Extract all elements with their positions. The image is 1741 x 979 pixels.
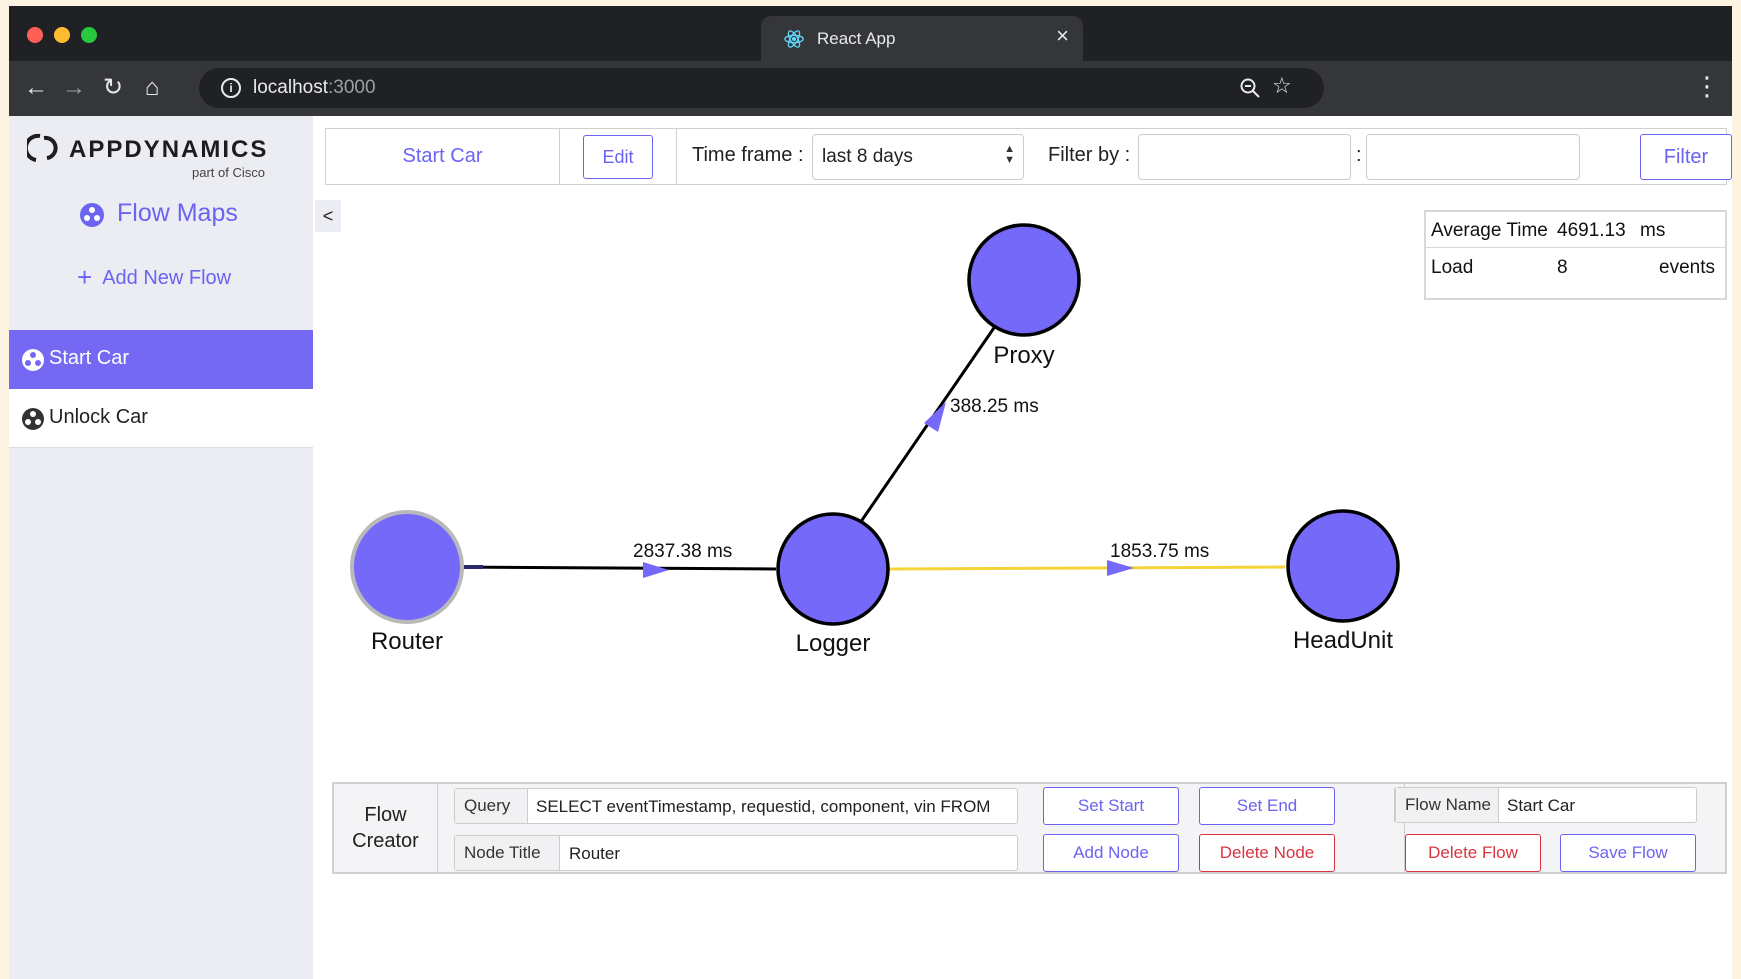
back-icon[interactable]: ← [21, 73, 51, 103]
react-icon [784, 30, 804, 48]
flow-creator-title-line2: Creator [352, 830, 419, 852]
filter-value-input[interactable] [1366, 134, 1580, 180]
save-flow-button[interactable]: Save Flow [1560, 834, 1696, 872]
query-input[interactable]: SELECT eventTimestamp, requestid, compon… [536, 797, 1011, 817]
node-title-label: Node Title [455, 836, 560, 870]
browser-toolbar: ← → ↻ ⌂ i localhost:3000 ☆ ⋮ [9, 61, 1732, 116]
url-text: localhost:3000 [253, 77, 376, 99]
arrow-logger-headunit [1107, 560, 1134, 576]
flow-map-graph[interactable]: 2837.38 ms 388.25 ms 1853.75 ms Router L… [313, 176, 1732, 876]
node-router[interactable] [350, 510, 464, 624]
sidebar-item-label: Start Car [49, 347, 130, 369]
url-host: localhost [253, 77, 328, 98]
flow-name-input[interactable]: Start Car [1507, 796, 1687, 816]
sidebar: APPDYNAMICS part of Cisco Flow Maps + Add… [9, 116, 313, 979]
logo-subtext: part of Cisco [192, 165, 265, 180]
flow-creator-title: Flow Creator [334, 784, 438, 872]
flow-name-input-group[interactable]: Flow Name Start Car [1395, 787, 1697, 823]
select-arrows-icon: ▲ ▼ [1004, 143, 1015, 166]
tab-title: React App [817, 29, 896, 48]
edge-label-logger-headunit: 1853.75 ms [1110, 541, 1209, 562]
delete-flow-button[interactable]: Delete Flow [1405, 834, 1541, 872]
set-start-button[interactable]: Set Start [1043, 787, 1179, 825]
browser-window: React App × ← → ↻ ⌂ i localhost:3000 ☆ ⋮ [9, 6, 1732, 979]
node-title-input[interactable]: Router [569, 844, 1009, 864]
filter-key-input[interactable] [1138, 134, 1351, 180]
flow-icon [22, 408, 44, 430]
reload-icon[interactable]: ↻ [98, 73, 128, 103]
edge-label-router-logger: 2837.38 ms [633, 541, 732, 562]
app-root: APPDYNAMICS part of Cisco Flow Maps + Add… [9, 116, 1732, 979]
url-port: :3000 [328, 77, 376, 98]
logo-text: APPDYNAMICS [69, 136, 269, 163]
plus-icon: + [77, 262, 93, 292]
node-proxy[interactable] [967, 223, 1081, 337]
flow-maps-label: Flow Maps [117, 199, 238, 227]
filter-button[interactable]: Filter [1640, 134, 1732, 180]
set-end-button[interactable]: Set End [1199, 787, 1335, 825]
info-icon[interactable]: i [221, 78, 241, 98]
edit-button[interactable]: Edit [583, 135, 653, 179]
flow-creator-title-line1: Flow [364, 804, 407, 826]
flow-name-label: Flow Name [1396, 788, 1499, 822]
node-label-headunit: HeadUnit [1293, 627, 1393, 654]
node-title-input-group[interactable]: Node Title Router [454, 835, 1018, 871]
add-new-flow-button[interactable]: + Add New Flow [77, 262, 231, 293]
home-icon[interactable]: ⌂ [137, 73, 167, 103]
flow-maps-icon [80, 203, 104, 227]
filter-separator: : [1356, 144, 1362, 166]
browser-tab[interactable]: React App × [761, 16, 1083, 61]
edge-label-logger-proxy: 388.25 ms [950, 396, 1039, 417]
star-icon[interactable]: ☆ [1272, 73, 1292, 99]
browser-titlebar: React App × [9, 6, 1732, 61]
node-label-logger: Logger [796, 630, 871, 657]
arrow-router-logger [643, 562, 669, 578]
flow-icon [22, 349, 44, 371]
forward-icon[interactable]: → [59, 73, 89, 103]
address-bar[interactable]: i localhost:3000 ☆ [199, 68, 1324, 108]
query-label: Query [455, 789, 528, 823]
edge-router-logger[interactable] [452, 565, 777, 571]
close-window-button[interactable] [27, 27, 43, 43]
appdynamics-logo-icon [27, 133, 58, 162]
add-new-flow-label: Add New Flow [102, 267, 232, 289]
edge-logger-headunit[interactable] [887, 565, 1286, 571]
minimize-window-button[interactable] [54, 27, 70, 43]
timeframe-label: Time frame : [692, 144, 804, 166]
add-node-button[interactable]: Add Node [1043, 834, 1179, 872]
more-menu-icon[interactable]: ⋮ [1694, 71, 1720, 101]
timeframe-value: last 8 days [822, 146, 913, 167]
timeframe-select[interactable]: last 8 days ▲ ▼ [812, 134, 1024, 180]
zoom-icon[interactable] [1239, 77, 1261, 99]
maximize-window-button[interactable] [81, 27, 97, 43]
sidebar-item-label: Unlock Car [49, 406, 148, 428]
filter-by-label: Filter by : [1048, 144, 1131, 166]
flow-creator-panel: Flow Creator Query SELECT eventTimestamp… [332, 782, 1727, 874]
node-logger[interactable] [776, 512, 890, 626]
node-label-proxy: Proxy [993, 342, 1054, 369]
query-input-group[interactable]: Query SELECT eventTimestamp, requestid, … [454, 788, 1018, 824]
tab-close-icon[interactable]: × [1056, 25, 1069, 47]
sidebar-item-unlock-car[interactable]: Unlock Car [9, 389, 313, 448]
node-label-router: Router [371, 628, 443, 655]
node-headunit[interactable] [1286, 509, 1400, 623]
delete-node-button[interactable]: Delete Node [1199, 834, 1335, 872]
sidebar-item-start-car[interactable]: Start Car [9, 330, 313, 389]
